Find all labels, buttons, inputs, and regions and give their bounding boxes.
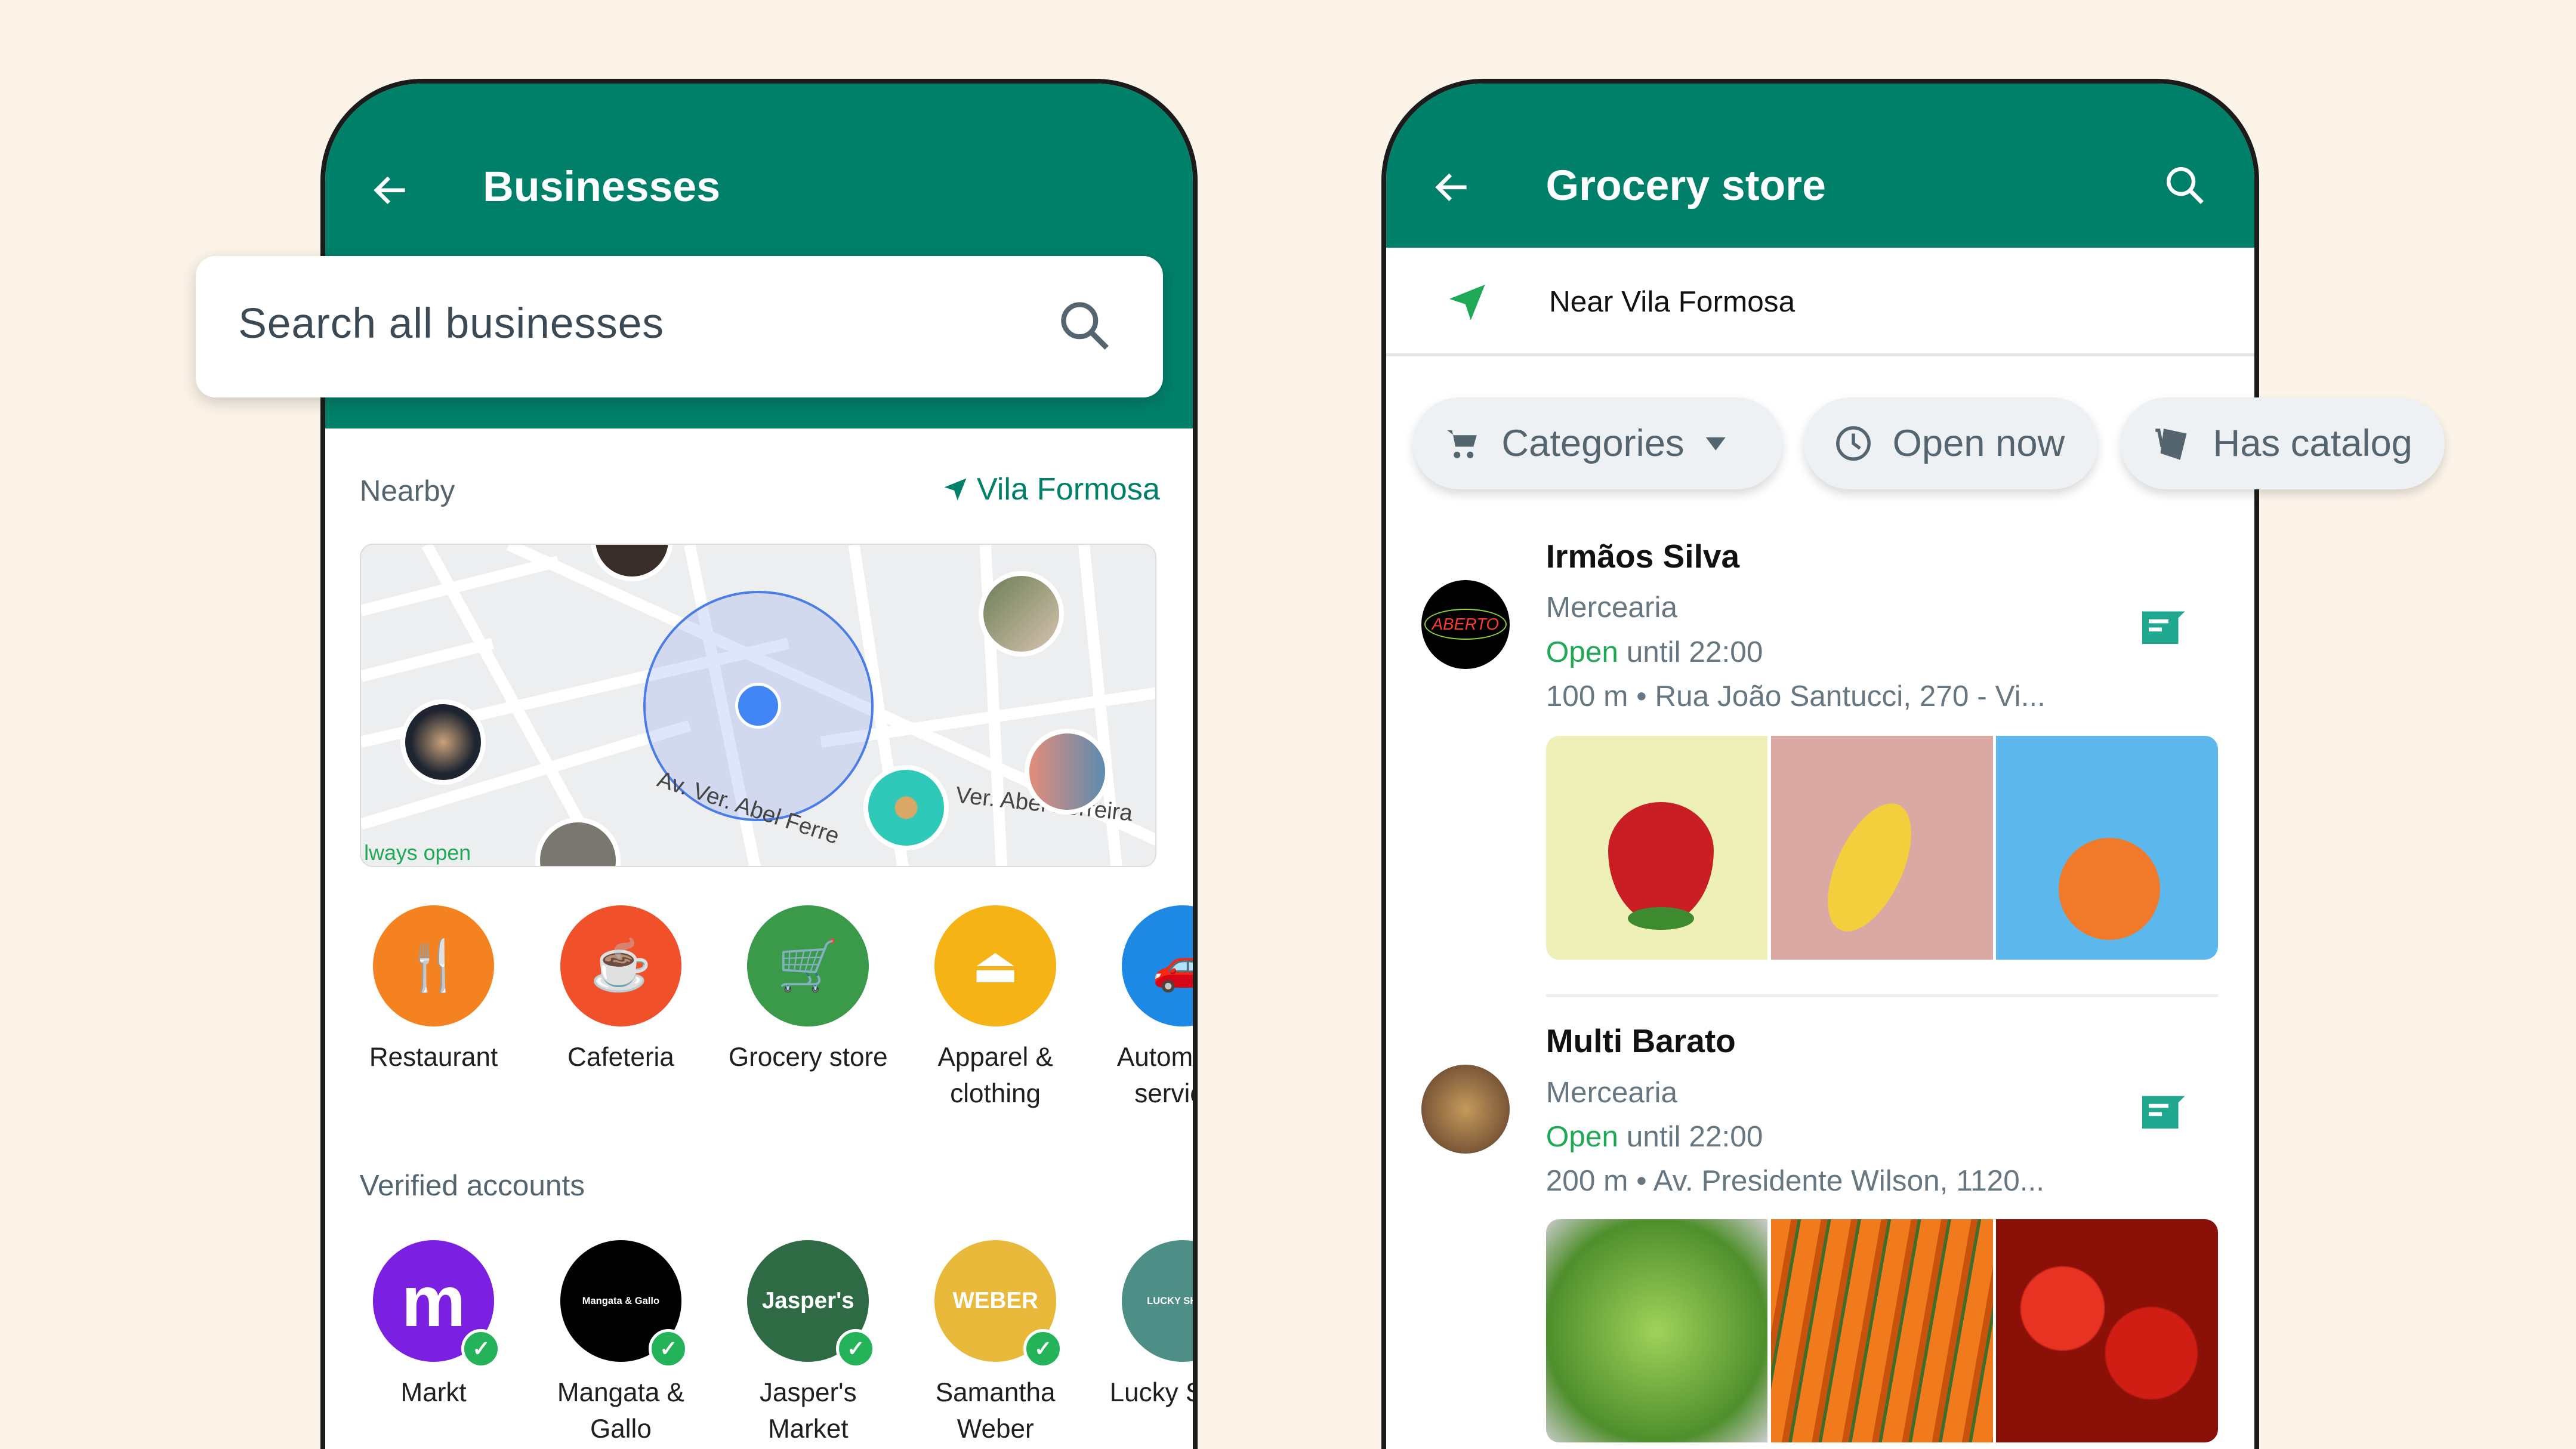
category-label: Grocery store bbox=[728, 1043, 888, 1072]
navigation-icon bbox=[944, 478, 967, 501]
search-icon[interactable] bbox=[1055, 296, 1114, 355]
dropdown-arrow-icon bbox=[1705, 437, 1726, 451]
search-input[interactable]: Search all businesses bbox=[195, 256, 1164, 398]
business-name: Irmãos Silva bbox=[1545, 538, 1740, 575]
has-catalog-chip[interactable]: Has catalog bbox=[2121, 397, 2445, 490]
account-logo: Mangata & Gallo ✓ bbox=[560, 1240, 689, 1369]
verified-account[interactable]: WEBER ✓ Samantha Weber bbox=[905, 1240, 1086, 1447]
account-label: Mangata & Gallo bbox=[557, 1378, 684, 1444]
hours: until 22:00 bbox=[1626, 1119, 1763, 1153]
chip-label: Has catalog bbox=[2213, 423, 2413, 465]
verified-label: Verified accounts bbox=[359, 1169, 585, 1203]
category-label: Cafeteria bbox=[567, 1043, 674, 1072]
search-placeholder: Search all businesses bbox=[238, 300, 664, 348]
business-hours: Open until 22:00 bbox=[1546, 1119, 1763, 1154]
chip-label: Categories bbox=[1501, 423, 1685, 465]
account-logo: Jasper's ✓ bbox=[747, 1240, 876, 1369]
business-address: 200 m • Av. Presidente Wilson, 1120... bbox=[1545, 1164, 2045, 1198]
divider bbox=[1545, 994, 2218, 998]
restaurant-icon: 🍴 bbox=[372, 905, 495, 1027]
nearby-label: Nearby bbox=[359, 473, 455, 507]
business-avatar: ABERTO bbox=[1421, 579, 1510, 669]
logo-text: LUCKY SHRUB bbox=[1147, 1295, 1198, 1306]
map-pin[interactable] bbox=[978, 571, 1065, 657]
banana-image[interactable] bbox=[1770, 736, 1993, 960]
verified-badge-icon: ✓ bbox=[461, 1329, 501, 1369]
catalog-images[interactable] bbox=[1545, 1219, 2218, 1443]
category-label: Automotive services bbox=[1116, 1043, 1193, 1109]
page-title: Businesses bbox=[483, 163, 721, 211]
lettuce-image[interactable] bbox=[1545, 1219, 1768, 1443]
verified-account[interactable]: Jasper's ✓ Jasper's Market bbox=[718, 1240, 899, 1447]
carrots-image[interactable] bbox=[1770, 1219, 1993, 1443]
account-logo: LUCKY SHRUB✓ bbox=[1122, 1240, 1198, 1362]
open-status: Open bbox=[1545, 1119, 1618, 1153]
map-label: lways open bbox=[364, 840, 471, 865]
category-apparel-clothing[interactable]: ⏏ Apparel & clothing bbox=[905, 905, 1086, 1112]
verified-badge-icon: ✓ bbox=[1023, 1329, 1063, 1369]
verified-account[interactable]: m ✓ Markt bbox=[343, 1240, 524, 1411]
map[interactable]: Av. Ver. Abel Ferre Ver. Abel Ferreira l… bbox=[359, 544, 1156, 868]
coffee-icon: ☕ bbox=[560, 905, 682, 1027]
map-pin[interactable] bbox=[400, 699, 486, 785]
location-name: Vila Formosa bbox=[976, 471, 1160, 507]
account-label: Jasper's Market bbox=[759, 1378, 857, 1444]
hours: until 22:00 bbox=[1626, 634, 1763, 668]
business-type: Mercearia bbox=[1545, 1075, 1678, 1109]
account-logo: WEBER ✓ bbox=[934, 1240, 1063, 1369]
account-label: Markt bbox=[400, 1378, 467, 1408]
verified-account[interactable]: LUCKY SHRUB✓ Lucky Shrub bbox=[1093, 1240, 1198, 1411]
map-pin[interactable] bbox=[863, 764, 949, 851]
business-address: 100 m • Rua João Santucci, 270 - Vi... bbox=[1545, 679, 2046, 713]
car-icon: 🚗 bbox=[1122, 905, 1193, 1027]
logo-text: m bbox=[401, 1260, 466, 1342]
verified-account[interactable]: Mangata & Gallo ✓ Mangata & Gallo bbox=[530, 1240, 711, 1447]
category-grocery-store[interactable]: 🛒 Grocery store bbox=[718, 905, 899, 1076]
cart-icon: 🛒 bbox=[747, 905, 869, 1027]
page-title: Grocery store bbox=[1545, 161, 1826, 209]
logo-text: WEBER bbox=[952, 1287, 1038, 1314]
logo-text: Mangata & Gallo bbox=[582, 1295, 660, 1306]
cart-icon bbox=[1447, 430, 1477, 459]
location-text: Near Vila Formosa bbox=[1549, 285, 1796, 319]
categories-chip[interactable]: Categories bbox=[1412, 397, 1783, 490]
map-pin[interactable] bbox=[1024, 729, 1110, 815]
back-arrow-icon[interactable] bbox=[1431, 166, 1474, 209]
logo-text: ABERTO bbox=[1424, 608, 1507, 640]
category-restaurant[interactable]: 🍴 Restaurant bbox=[343, 905, 524, 1076]
category-cafeteria[interactable]: ☕ Cafeteria bbox=[530, 905, 711, 1076]
clock-icon bbox=[1835, 426, 1871, 461]
orange-image[interactable] bbox=[1996, 736, 2218, 960]
peppers-image[interactable] bbox=[1996, 1219, 2218, 1443]
open-status: Open bbox=[1545, 634, 1618, 668]
account-label: Lucky Shrub bbox=[1109, 1378, 1193, 1408]
chip-label: Open now bbox=[1892, 423, 2065, 465]
category-automotive-services[interactable]: 🚗 Automotive services bbox=[1093, 905, 1193, 1112]
location-link[interactable]: Vila Formosa bbox=[942, 471, 1160, 507]
location-row[interactable]: Near Vila Formosa bbox=[1386, 248, 2254, 357]
business-name: Multi Barato bbox=[1545, 1022, 1736, 1060]
back-arrow-icon[interactable] bbox=[369, 169, 412, 212]
verified-badge-icon: ✓ bbox=[649, 1329, 689, 1369]
search-icon[interactable] bbox=[2162, 162, 2208, 208]
business-hours: Open until 22:00 bbox=[1546, 634, 1763, 669]
strawberry-image[interactable] bbox=[1545, 736, 1768, 960]
hanger-icon: ⏏ bbox=[934, 905, 1057, 1027]
stage: Businesses Nearby Vila Formosa Av. Ver. … bbox=[0, 0, 2576, 1449]
chat-icon[interactable] bbox=[2142, 608, 2185, 645]
open-now-chip[interactable]: Open now bbox=[1804, 397, 2098, 490]
catalog-images[interactable] bbox=[1545, 736, 2218, 960]
account-label: Samantha Weber bbox=[935, 1378, 1056, 1444]
business-avatar bbox=[1421, 1065, 1510, 1154]
account-logo: m ✓ bbox=[372, 1240, 501, 1369]
business-type: Mercearia bbox=[1545, 590, 1678, 624]
logo-text: Jasper's bbox=[761, 1287, 854, 1314]
category-label: Restaurant bbox=[369, 1043, 498, 1072]
chat-icon[interactable] bbox=[2142, 1093, 2185, 1129]
catalog-icon bbox=[2155, 428, 2187, 460]
verified-badge-icon: ✓ bbox=[836, 1329, 876, 1369]
category-label: Apparel & clothing bbox=[937, 1043, 1053, 1109]
navigation-icon bbox=[1449, 284, 1485, 320]
